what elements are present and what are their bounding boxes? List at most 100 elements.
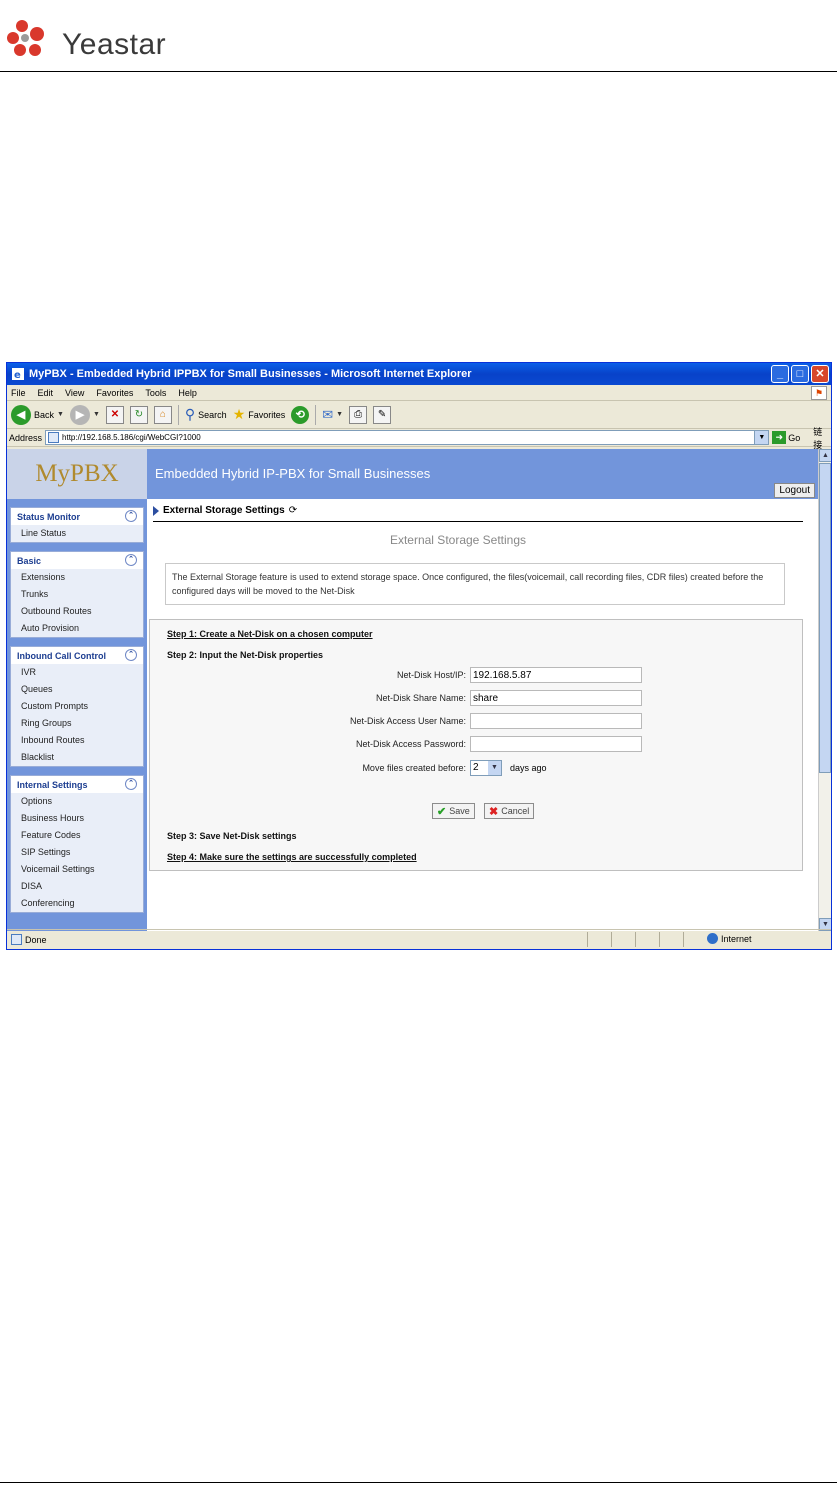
favorites-label: Favorites xyxy=(248,409,286,420)
sidebar-item-outbound-routes[interactable]: Outbound Routes xyxy=(11,603,143,620)
user-input[interactable] xyxy=(470,713,642,729)
share-input[interactable] xyxy=(470,690,642,706)
sidebar-item-ring-groups[interactable]: Ring Groups xyxy=(11,715,143,732)
host-input[interactable] xyxy=(470,667,642,683)
refresh-icon[interactable]: ↻ xyxy=(129,405,148,424)
description-box: The External Storage feature is used to … xyxy=(165,563,785,605)
sidebar-item-ivr[interactable]: IVR xyxy=(11,664,143,681)
sidebar-group-basic: Basic ⌃ Extensions Trunks Outbound Route… xyxy=(10,551,144,638)
go-label: Go xyxy=(788,432,801,443)
favorites-button[interactable]: ★ Favorites xyxy=(233,406,286,423)
section-title: External Storage Settings xyxy=(389,533,527,547)
footer-rule xyxy=(0,1482,837,1483)
sidebar-item-conferencing[interactable]: Conferencing xyxy=(11,895,143,912)
step-1-link[interactable]: Step 1: Create a Net-Disk on a chosen co… xyxy=(167,629,373,639)
sidebar-item-extensions[interactable]: Extensions xyxy=(11,569,143,586)
edit-icon[interactable]: ✎ xyxy=(373,405,392,424)
sidebar-item-custom-prompts[interactable]: Custom Prompts xyxy=(11,698,143,715)
mail-button[interactable]: ✉ ▼ xyxy=(322,407,343,423)
yeastar-flower-icon xyxy=(7,20,44,56)
chevron-down-icon: ▼ xyxy=(488,761,501,775)
sidebar-header-basic[interactable]: Basic ⌃ xyxy=(11,552,143,569)
go-button[interactable]: ➜ Go xyxy=(772,431,800,444)
logout-button[interactable]: Logout xyxy=(774,483,815,498)
breadcrumb: External Storage Settings ⟳ xyxy=(153,505,297,516)
sidebar-item-disa[interactable]: DISA xyxy=(11,878,143,895)
yeastar-logo: Yeastar xyxy=(6,14,196,61)
close-icon: ✖ xyxy=(489,805,499,818)
chevron-down-icon[interactable]: ▼ xyxy=(754,431,769,444)
mail-icon: ✉ xyxy=(322,406,334,422)
maximize-button[interactable]: □ xyxy=(791,365,809,383)
sidebar-item-sip-settings[interactable]: SIP Settings xyxy=(11,844,143,861)
scroll-thumb[interactable] xyxy=(819,463,831,773)
ie-icon: e xyxy=(12,368,24,381)
menu-view[interactable]: View xyxy=(65,388,84,398)
collapse-icon[interactable]: ⌃ xyxy=(125,554,137,566)
sidebar-item-inbound-routes[interactable]: Inbound Routes xyxy=(11,732,143,749)
sidebar-header-label: Inbound Call Control xyxy=(17,650,106,661)
close-button[interactable]: ✕ xyxy=(811,365,829,383)
address-label: Address xyxy=(9,432,43,443)
sidebar-item-options[interactable]: Options xyxy=(11,793,143,810)
password-input[interactable] xyxy=(470,736,642,752)
menu-help[interactable]: Help xyxy=(178,388,197,398)
menu-tools[interactable]: Tools xyxy=(145,388,166,398)
security-zone: Internet xyxy=(707,933,752,944)
star-icon: ★ xyxy=(232,406,246,422)
home-icon[interactable]: ⌂ xyxy=(153,405,172,424)
forward-arrow-icon: ▶ xyxy=(69,404,90,425)
search-button[interactable]: ⚲ Search xyxy=(185,406,227,423)
main-content: External Storage Settings ⟳ External Sto… xyxy=(147,499,819,931)
toolbar-separator xyxy=(315,404,317,425)
refresh-icon[interactable]: ⟳ xyxy=(289,505,297,516)
collapse-icon[interactable]: ⌃ xyxy=(125,510,137,522)
cancel-label: Cancel xyxy=(501,806,530,816)
collapse-icon[interactable]: ⌃ xyxy=(125,778,137,790)
history-icon[interactable]: ⟲ xyxy=(291,405,310,424)
go-arrow-icon: ➜ xyxy=(772,431,787,444)
days-select[interactable]: 2 ▼ xyxy=(470,760,502,776)
sidebar-item-voicemail-settings[interactable]: Voicemail Settings xyxy=(11,861,143,878)
vertical-scrollbar[interactable]: ▲ ▼ xyxy=(818,449,831,931)
back-button[interactable]: ◀ Back ▼ xyxy=(11,404,64,425)
minimize-button[interactable]: _ xyxy=(771,365,789,383)
sidebar-item-trunks[interactable]: Trunks xyxy=(11,586,143,603)
forward-button[interactable]: ▶ ▼ xyxy=(69,404,100,425)
menu-file[interactable]: File xyxy=(11,388,26,398)
sidebar-item-feature-codes[interactable]: Feature Codes xyxy=(11,827,143,844)
dropdown-arrow-icon: ▼ xyxy=(336,411,344,418)
cancel-button[interactable]: ✖ Cancel xyxy=(484,803,535,819)
sidebar-header-inbound-call-control[interactable]: Inbound Call Control ⌃ xyxy=(11,647,143,664)
status-cell xyxy=(635,932,659,947)
sidebar-group-status-monitor: Status Monitor ⌃ Line Status xyxy=(10,507,144,543)
menu-favorites[interactable]: Favorites xyxy=(96,388,133,398)
page-viewport: MyPBX Embedded Hybrid IP-PBX for Small B… xyxy=(7,449,819,931)
menu-edit[interactable]: Edit xyxy=(38,388,54,398)
sidebar-item-blacklist[interactable]: Blacklist xyxy=(11,749,143,766)
sidebar-item-auto-provision[interactable]: Auto Provision xyxy=(11,620,143,637)
stop-icon[interactable]: ✕ xyxy=(105,405,124,424)
status-cell xyxy=(659,932,683,947)
scroll-up-icon[interactable]: ▲ xyxy=(819,449,831,462)
yeastar-wordmark: Yeastar xyxy=(62,28,167,61)
sidebar-item-queues[interactable]: Queues xyxy=(11,681,143,698)
sidebar-header-label: Basic xyxy=(17,555,42,566)
sidebar-header-label: Internal Settings xyxy=(17,779,88,790)
sidebar-item-line-status[interactable]: Line Status xyxy=(11,525,143,542)
sidebar-item-business-hours[interactable]: Business Hours xyxy=(11,810,143,827)
share-label: Net-Disk Share Name: xyxy=(375,693,466,703)
print-icon[interactable]: ⎙ xyxy=(349,405,368,424)
step-4-link[interactable]: Step 4: Make sure the settings are succe… xyxy=(167,852,417,862)
save-button[interactable]: ✔ Save xyxy=(432,803,475,819)
links-label[interactable]: 链接 xyxy=(813,425,831,451)
address-input[interactable]: http://192.168.5.186/cgi/WebCGI?1000 ▼ xyxy=(45,430,770,445)
sidebar-header-status-monitor[interactable]: Status Monitor ⌃ xyxy=(11,508,143,525)
mypbx-logo: MyPBX xyxy=(7,449,147,499)
title-bar[interactable]: e MyPBX - Embedded Hybrid IPPBX for Smal… xyxy=(7,363,831,385)
sidebar-header-internal-settings[interactable]: Internal Settings ⌃ xyxy=(11,776,143,793)
back-arrow-icon: ◀ xyxy=(11,404,31,425)
search-icon: ⚲ xyxy=(184,406,196,422)
collapse-icon[interactable]: ⌃ xyxy=(125,649,137,661)
menu-bar: File Edit View Favorites Tools Help ⚑ xyxy=(7,385,831,401)
